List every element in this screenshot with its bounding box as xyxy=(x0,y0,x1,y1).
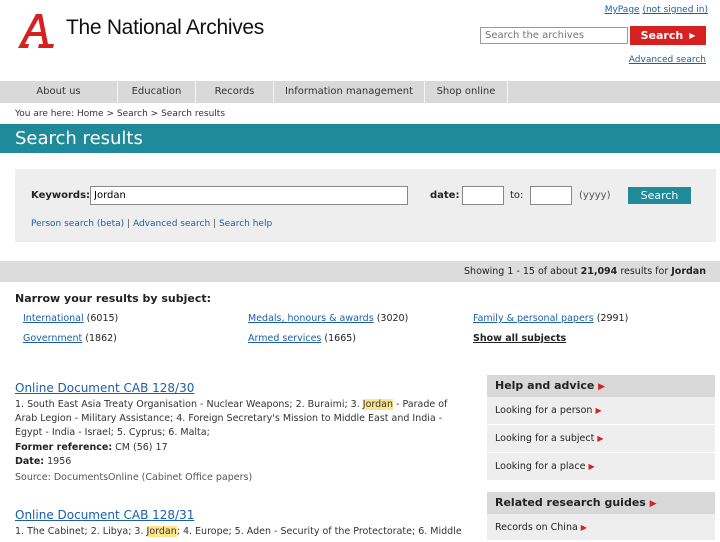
date-to-input[interactable] xyxy=(530,186,572,205)
date-label-text: Date: xyxy=(15,456,45,467)
subject-count: (1665) xyxy=(324,333,356,344)
main-nav: About us Education Records Information m… xyxy=(0,81,720,103)
subject-count: (3020) xyxy=(376,313,409,324)
form-advanced-search-link[interactable]: Advanced search xyxy=(133,219,210,229)
subject-link[interactable]: Government xyxy=(23,333,82,344)
triangle-right-icon: ▶ xyxy=(689,31,696,40)
triangle-right-icon: ▶ xyxy=(597,434,604,443)
research-guides-panel: Related research guides ▶ Records on Chi… xyxy=(487,492,715,542)
result-title[interactable]: Online Document CAB 128/31 xyxy=(15,508,194,522)
mypage-link[interactable]: MyPage (not signed in) xyxy=(605,5,708,15)
subject-family[interactable]: Family & personal papers (2991) xyxy=(473,313,628,324)
research-guides-heading[interactable]: Related research guides ▶ xyxy=(487,492,715,514)
subject-armed-services[interactable]: Armed services (1665) xyxy=(248,333,356,344)
person-search-link[interactable]: Person search (beta) xyxy=(31,219,124,229)
search-help-link[interactable]: Search help xyxy=(219,219,272,229)
help-advice-heading[interactable]: Help and advice ▶ xyxy=(487,375,715,397)
site-search-button-label: Search xyxy=(640,29,684,42)
date-value: 1956 xyxy=(47,456,72,467)
triangle-right-icon: ▶ xyxy=(588,462,595,471)
page-title: Search results xyxy=(15,128,143,149)
result-desc-part: 1. The Cabinet; 2. Libya; 3. xyxy=(15,526,147,537)
subject-count: (1862) xyxy=(85,333,117,344)
site-logo-text[interactable]: The National Archives xyxy=(66,16,264,40)
breadcrumb-current: Search results xyxy=(161,109,226,119)
research-guides-title: Related research guides xyxy=(495,496,646,509)
nav-education[interactable]: Education xyxy=(118,81,196,103)
nav-information-management[interactable]: Information management xyxy=(274,81,425,103)
yyyy-hint: (yyyy) xyxy=(579,190,611,201)
signin-status[interactable]: (not signed in) xyxy=(642,5,708,15)
advanced-search-link[interactable]: Advanced search xyxy=(629,55,706,65)
help-item-person[interactable]: Looking for a person ▶ xyxy=(487,397,715,425)
result-description: 1. South East Asia Treaty Organisation -… xyxy=(15,398,463,440)
breadcrumb-home[interactable]: Home xyxy=(77,109,104,119)
site-search-button[interactable]: Search ▶ xyxy=(630,26,706,45)
results-showing: Showing 1 - 15 of about xyxy=(464,266,578,277)
breadcrumb-prefix: You are here: xyxy=(15,109,75,119)
date-from-input[interactable] xyxy=(462,186,504,205)
date-label: date: xyxy=(430,190,460,201)
subject-international[interactable]: International (6015) xyxy=(23,313,118,324)
guide-item-china[interactable]: Records on China ▶ xyxy=(487,514,715,542)
triangle-right-icon: ▶ xyxy=(580,523,587,532)
result-source: Source: DocumentsOnline (Cabinet Office … xyxy=(15,472,253,483)
mypage-label[interactable]: MyPage xyxy=(605,5,640,15)
subject-link[interactable]: Medals, honours & awards xyxy=(248,313,374,324)
help-item-label: Looking for a person xyxy=(495,405,593,416)
search-term-highlight: Jordan xyxy=(146,526,177,537)
search-term-highlight: Jordan xyxy=(362,399,394,410)
triangle-right-icon: ▶ xyxy=(598,382,606,392)
form-search-button[interactable]: Search xyxy=(628,187,691,204)
help-item-subject[interactable]: Looking for a subject ▶ xyxy=(487,425,715,453)
results-count: 21,094 xyxy=(580,266,618,277)
results-query: Jordan xyxy=(671,266,706,277)
subject-count: (2991) xyxy=(596,313,629,324)
national-archives-logo-icon[interactable] xyxy=(14,10,66,50)
former-reference-label: Former reference: xyxy=(15,442,113,453)
results-for: results for xyxy=(620,266,669,277)
help-item-label: Looking for a place xyxy=(495,461,586,472)
show-all-subjects-link[interactable]: Show all subjects xyxy=(473,333,566,344)
breadcrumb-separator: > xyxy=(150,109,159,119)
search-form-panel xyxy=(15,169,716,242)
result-desc-part: 1. South East Asia Treaty Organisation -… xyxy=(15,399,363,410)
result-description: 1. The Cabinet; 2. Libya; 3. Jordan; 4. … xyxy=(15,525,463,539)
site-search-input[interactable] xyxy=(480,27,628,44)
triangle-right-icon: ▶ xyxy=(595,406,602,415)
result-date: Date: 1956 xyxy=(15,456,71,467)
subject-link[interactable]: Family & personal papers xyxy=(473,313,594,324)
result-title[interactable]: Online Document CAB 128/30 xyxy=(15,381,194,395)
breadcrumb-separator: > xyxy=(106,109,114,119)
results-summary: Showing 1 - 15 of about 21,094 results f… xyxy=(464,266,706,277)
help-advice-title: Help and advice xyxy=(495,379,595,392)
result-desc-part: ; 4. Europe; 5. Aden - Security of the P… xyxy=(176,526,462,537)
guide-item-label: Records on China xyxy=(495,522,578,533)
nav-shop-online[interactable]: Shop online xyxy=(425,81,508,103)
search-form-links: Person search (beta) | Advanced search |… xyxy=(31,219,273,229)
subject-government[interactable]: Government (1862) xyxy=(23,333,117,344)
former-reference-value: CM (56) 17 xyxy=(115,442,168,453)
subject-count: (6015) xyxy=(86,313,119,324)
triangle-right-icon: ▶ xyxy=(649,499,657,509)
subject-medals[interactable]: Medals, honours & awards (3020) xyxy=(248,313,408,324)
keywords-label: Keywords: xyxy=(31,190,91,201)
subject-link[interactable]: Armed services xyxy=(248,333,321,344)
breadcrumb-search[interactable]: Search xyxy=(117,109,148,119)
help-item-label: Looking for a subject xyxy=(495,433,595,444)
nav-records[interactable]: Records xyxy=(196,81,274,103)
help-advice-panel: Help and advice ▶ Looking for a person ▶ … xyxy=(487,375,715,481)
result-former-reference: Former reference: CM (56) 17 xyxy=(15,442,168,453)
to-label: to: xyxy=(510,190,524,201)
help-item-place[interactable]: Looking for a place ▶ xyxy=(487,453,715,481)
narrow-subject-title: Narrow your results by subject: xyxy=(15,292,212,305)
subject-link[interactable]: International xyxy=(23,313,84,324)
breadcrumb: You are here: Home > Search > Search res… xyxy=(15,109,225,119)
keywords-input[interactable] xyxy=(90,186,408,205)
nav-about-us[interactable]: About us xyxy=(0,81,118,103)
